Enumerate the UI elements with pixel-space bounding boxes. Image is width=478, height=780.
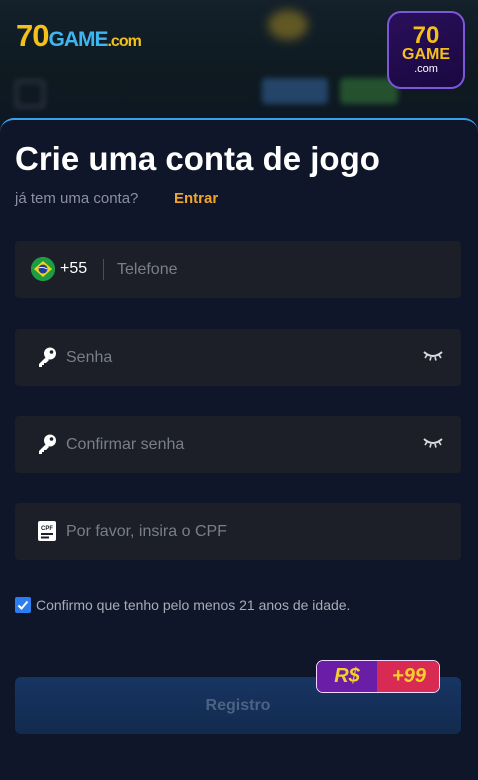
field-divider [103,259,104,280]
country-code[interactable]: +55 [60,260,87,278]
page-title: Crie uma conta de jogo [15,140,380,177]
app-icon-number: 70 [412,22,440,49]
have-account-text: já tem uma conta? [15,190,139,207]
eye-closed-icon[interactable] [423,436,443,450]
age-confirm-label[interactable]: Confirmo que tenho pelo menos 21 anos de… [36,597,350,613]
brand-logo-game: GAME [48,28,108,51]
brand-logo-number: 70 [16,18,49,53]
checkmark-icon [17,600,29,610]
bonus-amount: +99 [377,661,439,692]
confirm-password-field [15,416,461,473]
brazil-flag-icon[interactable] [31,257,55,281]
cpf-input[interactable] [66,503,446,560]
eye-closed-icon[interactable] [423,349,443,363]
key-icon [39,434,56,454]
password-input[interactable] [66,329,406,386]
confirm-password-input[interactable] [66,416,406,473]
cpf-field: CPF [15,503,461,560]
blurred-ball [268,10,308,40]
bonus-badge: R$ +99 [316,660,440,693]
bonus-currency: R$ [317,661,377,692]
password-field [15,329,461,386]
phone-field: +55 [15,241,461,298]
blurred-button [262,78,328,104]
login-link[interactable]: Entrar [174,190,218,207]
brand-logo: 70GAME.com [16,18,142,54]
app-icon-dotcom: .com [414,63,438,75]
blurred-menu-icon [15,80,45,108]
brand-logo-dotcom: .com [107,33,141,50]
app-icon-logo: 70 GAME .com [387,11,465,89]
key-icon [39,347,56,367]
cpf-card-icon: CPF [38,521,56,541]
svg-text:CPF: CPF [41,526,53,532]
app-icon-game: GAME [402,46,450,63]
age-confirm-checkbox[interactable] [15,597,31,613]
phone-input[interactable] [117,241,437,298]
